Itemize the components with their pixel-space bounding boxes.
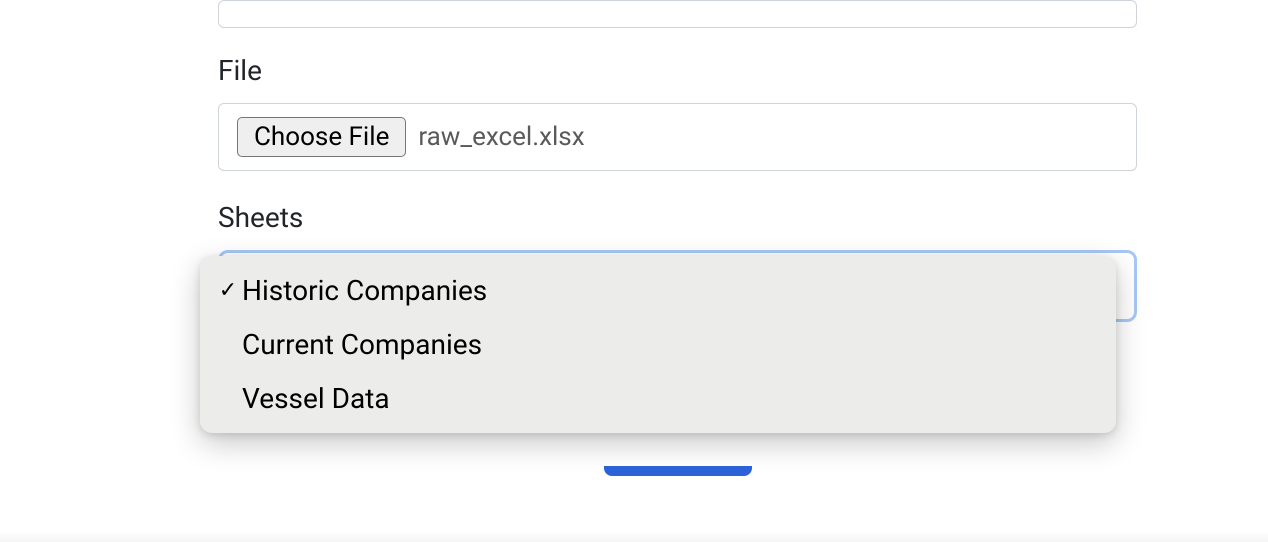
form-container: File Choose File raw_excel.xlsx Sheets ✓… (218, 0, 1137, 322)
sheets-label: Sheets (218, 201, 1137, 234)
selected-file-name: raw_excel.xlsx (418, 122, 584, 152)
sheets-option-label: Vessel Data (242, 380, 390, 418)
sheets-select-wrapper: ✓ Historic Companies Current Companies V… (218, 250, 1137, 322)
previous-input-field[interactable] (218, 0, 1137, 28)
checkmark-icon: ✓ (214, 276, 242, 306)
sheets-option-current-companies[interactable]: Current Companies (200, 318, 1116, 372)
file-label: File (218, 54, 1137, 87)
sheets-option-vessel-data[interactable]: Vessel Data (200, 372, 1116, 426)
sheets-option-label: Historic Companies (242, 272, 487, 310)
sheets-option-historic-companies[interactable]: ✓ Historic Companies (200, 264, 1116, 318)
sheets-dropdown-menu: ✓ Historic Companies Current Companies V… (200, 256, 1116, 433)
bottom-shadow (0, 530, 1268, 542)
choose-file-button[interactable]: Choose File (237, 117, 406, 157)
sheets-option-label: Current Companies (242, 326, 482, 364)
file-input-wrapper: Choose File raw_excel.xlsx (218, 103, 1137, 171)
submit-button-partial[interactable] (604, 466, 752, 476)
